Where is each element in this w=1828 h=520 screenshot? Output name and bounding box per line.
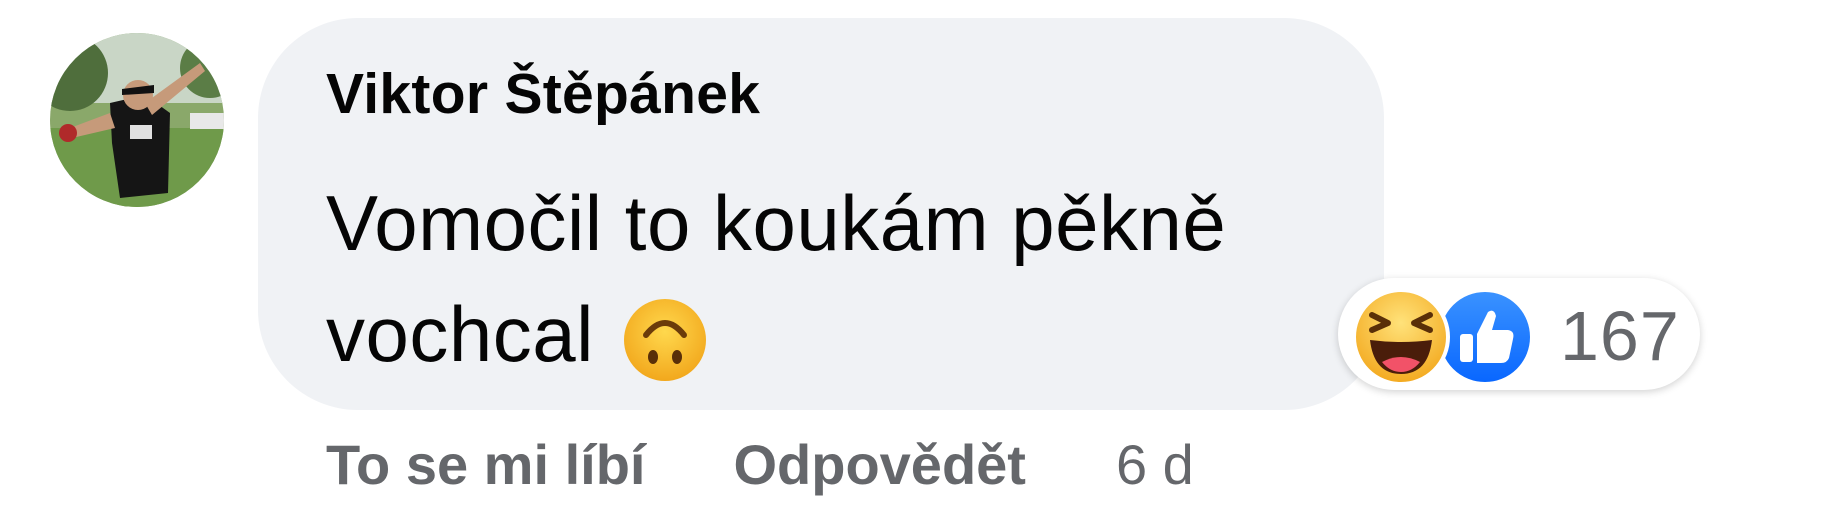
comment-text-line-1: Vomočil to koukám pěkně bbox=[326, 179, 1227, 267]
avatar-photo bbox=[50, 33, 224, 207]
reaction-count: 167 bbox=[1560, 297, 1680, 375]
comment-text-line-2: vochcal bbox=[326, 290, 594, 378]
reactions-summary[interactable]: 167 bbox=[1338, 278, 1700, 390]
reply-button[interactable]: Odpovědět bbox=[733, 430, 1025, 500]
like-reaction-icon bbox=[1436, 288, 1534, 386]
like-button[interactable]: To se mi líbí bbox=[326, 430, 645, 500]
avatar[interactable] bbox=[50, 33, 224, 207]
comment-actions: To se mi líbí Odpovědět 6 d bbox=[326, 430, 1194, 500]
comment-text-line-2-row: vochcal bbox=[326, 279, 1326, 390]
comment-text: Vomočil to koukám pěkně vochcal bbox=[326, 168, 1326, 390]
comment-timestamp[interactable]: 6 d bbox=[1116, 430, 1194, 500]
comment-author[interactable]: Viktor Štěpánek bbox=[326, 66, 760, 123]
upside-down-face-icon bbox=[622, 297, 708, 383]
haha-reaction-icon bbox=[1352, 288, 1450, 386]
